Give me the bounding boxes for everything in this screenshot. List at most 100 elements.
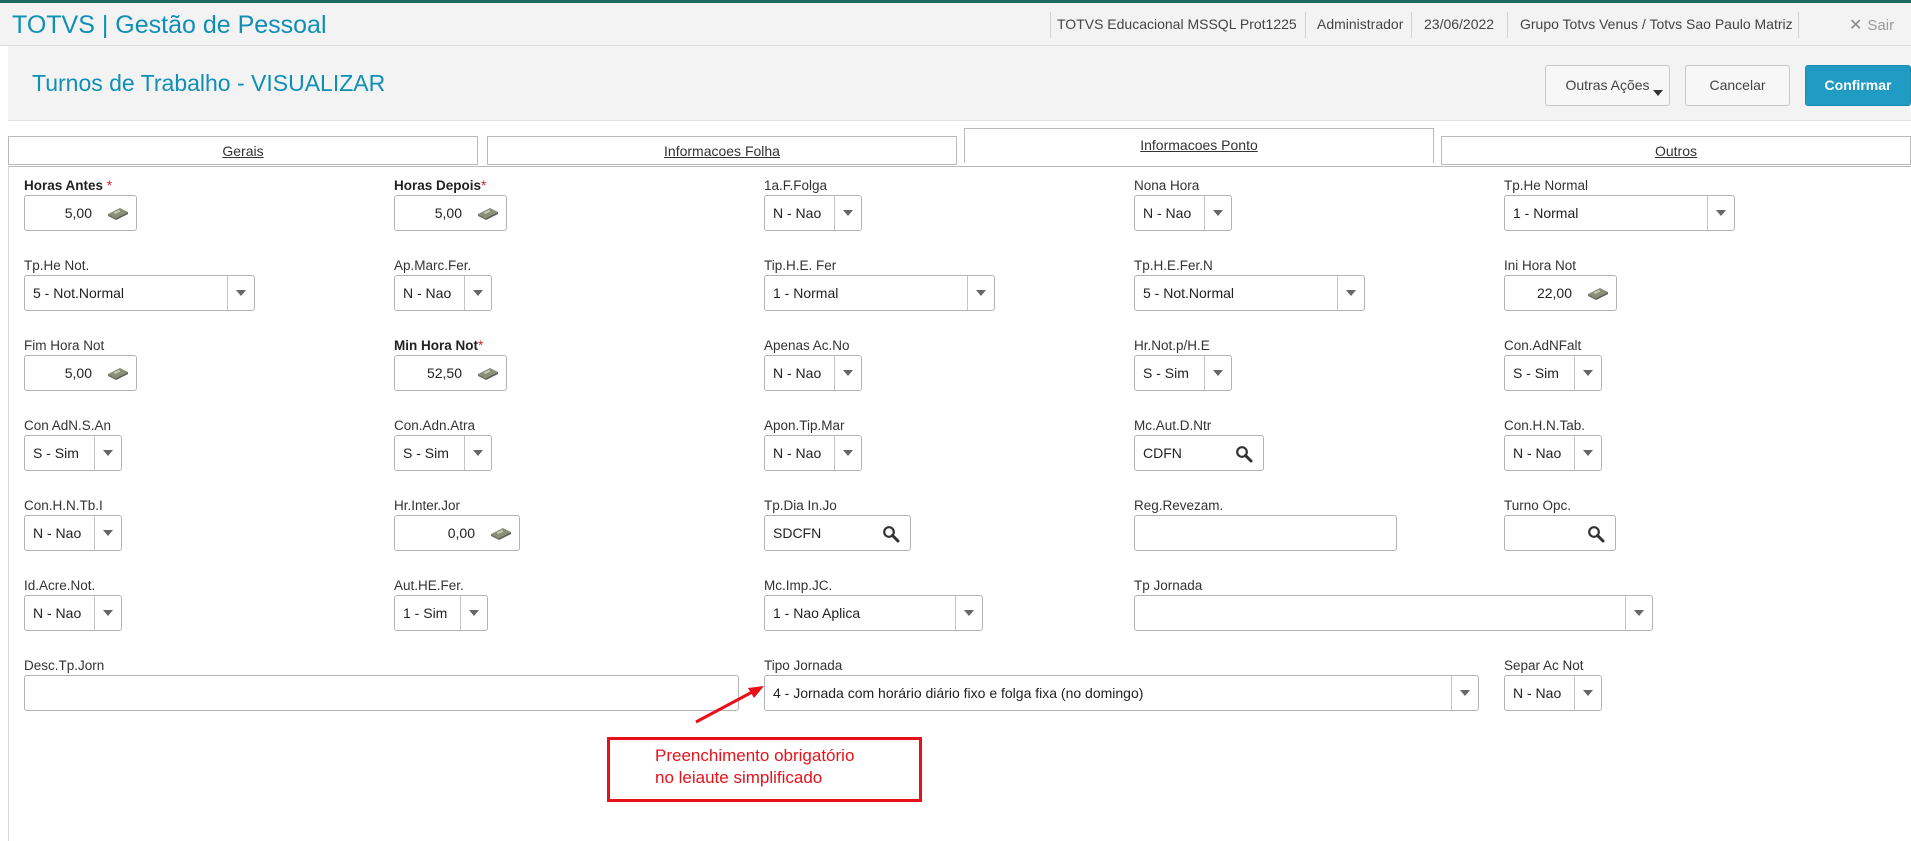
tp-he-normal-value: 1 - Normal [1513, 205, 1579, 221]
mc-imp-jc-select[interactable]: 1 - Nao Aplica [764, 595, 983, 631]
min-hora-not-label: Min Hora Not* [394, 338, 484, 353]
chevron-down-icon[interactable] [967, 276, 994, 310]
header-user[interactable]: Administrador [1317, 16, 1403, 32]
con-h-n-tb-i-select[interactable]: N - Nao [24, 515, 122, 551]
chevron-down-icon[interactable] [94, 596, 121, 630]
tp-he-not-select[interactable]: 5 - Not.Normal [24, 275, 255, 311]
turno-opc-lookup[interactable] [1504, 515, 1616, 551]
hr-not-he-value: S - Sim [1143, 365, 1189, 381]
apenas-ac-no-value: N - Nao [773, 365, 822, 381]
chevron-down-icon[interactable] [834, 196, 861, 230]
outras-acoes-button[interactable]: Outras Ações [1545, 65, 1670, 106]
con-adn-atra-value: S - Sim [403, 445, 449, 461]
separ-ac-not-value: N - Nao [1513, 685, 1562, 701]
fim-hora-not-label: Fim Hora Not [24, 338, 105, 353]
chevron-down-icon[interactable] [94, 436, 121, 470]
search-icon[interactable] [1235, 445, 1253, 463]
tp-dia-in-jo-lookup[interactable]: SDCFN [764, 515, 911, 551]
page-title: Turnos de Trabalho - VISUALIZAR [32, 70, 386, 96]
chevron-down-icon[interactable] [464, 436, 491, 470]
horas-depois-field[interactable]: 5,00 [394, 195, 507, 231]
tp-he-normal-select[interactable]: 1 - Normal [1504, 195, 1735, 231]
header-divider [1050, 12, 1051, 38]
con-adnfalt-label: Con.AdNFalt [1504, 338, 1582, 353]
mc-aut-d-ntr-lookup[interactable]: CDFN [1134, 435, 1264, 471]
calculator-icon[interactable] [106, 366, 130, 380]
con-adn-atra-select[interactable]: S - Sim [394, 435, 492, 471]
tp-jornada-label: Tp Jornada [1134, 578, 1203, 593]
reg-revezam-input[interactable] [1134, 515, 1397, 551]
desc-tp-jorn-label: Desc.Tp.Jorn [24, 658, 105, 673]
con-adnfalt-value: S - Sim [1513, 365, 1559, 381]
ap-marc-fer-label: Ap.Marc.Fer. [394, 258, 472, 273]
confirm-button[interactable]: Confirmar [1805, 65, 1911, 106]
horas-antes-field[interactable]: 5,00 [24, 195, 137, 231]
search-icon[interactable] [882, 525, 900, 543]
chevron-down-icon[interactable] [94, 516, 121, 550]
tip-he-fer-select[interactable]: 1 - Normal [764, 275, 995, 311]
con-h-n-tab-value: N - Nao [1513, 445, 1562, 461]
search-icon[interactable] [1587, 525, 1605, 543]
chevron-down-icon[interactable] [1707, 196, 1734, 230]
chevron-down-icon[interactable] [1625, 596, 1652, 630]
ini-hora-not-field[interactable]: 22,00 [1504, 275, 1617, 311]
apenas-ac-no-select[interactable]: N - Nao [764, 355, 862, 391]
chevron-down-icon[interactable] [834, 436, 861, 470]
tp-he-normal-label: Tp.He Normal [1504, 178, 1589, 193]
nona-hora-value: N - Nao [1143, 205, 1192, 221]
id-acre-not-value: N - Nao [33, 605, 82, 621]
tp-he-fer-n-select[interactable]: 5 - Not.Normal [1134, 275, 1365, 311]
tipo-jornada-select[interactable]: 4 - Jornada com horário diário fixo e fo… [764, 675, 1479, 711]
tab-gerais[interactable]: Gerais [8, 136, 478, 165]
con-h-n-tab-select[interactable]: N - Nao [1504, 435, 1602, 471]
hr-not-he-select[interactable]: S - Sim [1134, 355, 1232, 391]
chevron-down-icon[interactable] [460, 596, 487, 630]
calculator-icon[interactable] [489, 526, 513, 540]
min-hora-not-field[interactable]: 52,50 [394, 355, 507, 391]
chevron-down-icon[interactable] [1204, 196, 1231, 230]
con-adnfalt-select[interactable]: S - Sim [1504, 355, 1602, 391]
chevron-down-icon[interactable] [1574, 356, 1601, 390]
calculator-icon[interactable] [476, 206, 500, 220]
tab-outros[interactable]: Outros [1441, 136, 1911, 165]
header-date[interactable]: 23/06/2022 [1424, 16, 1494, 32]
tp-jornada-select[interactable] [1134, 595, 1653, 631]
nona-hora-select[interactable]: N - Nao [1134, 195, 1232, 231]
header-company[interactable]: Grupo Totvs Venus / Totvs Sao Paulo Matr… [1520, 16, 1793, 32]
app-title: TOTVS | Gestão de Pessoal [12, 11, 327, 39]
tab-informacoes-ponto[interactable]: Informacoes Ponto [964, 128, 1434, 163]
chevron-down-icon[interactable] [1574, 676, 1601, 710]
con-adn-s-an-select[interactable]: S - Sim [24, 435, 122, 471]
chevron-down-icon[interactable] [955, 596, 982, 630]
chevron-down-icon[interactable] [464, 276, 491, 310]
calculator-icon[interactable] [1586, 286, 1610, 300]
tab-informacoes-folha[interactable]: Informacoes Folha [487, 136, 957, 165]
chevron-down-icon[interactable] [227, 276, 254, 310]
tp-dia-in-jo-label: Tp.Dia In.Jo [764, 498, 837, 513]
calculator-icon[interactable] [106, 206, 130, 220]
header-divider [1411, 12, 1412, 38]
aut-he-fer-select[interactable]: 1 - Sim [394, 595, 488, 631]
chevron-down-icon[interactable] [1204, 356, 1231, 390]
desc-tp-jorn-input[interactable] [24, 675, 739, 711]
exit-button[interactable]: ✕ Sair [1849, 15, 1894, 35]
folga-1a-select[interactable]: N - Nao [764, 195, 862, 231]
chevron-down-icon[interactable] [1337, 276, 1364, 310]
ap-marc-fer-select[interactable]: N - Nao [394, 275, 492, 311]
con-h-n-tb-i-value: N - Nao [33, 525, 82, 541]
hr-inter-jor-field[interactable]: 0,00 [394, 515, 520, 551]
cancel-button[interactable]: Cancelar [1685, 65, 1790, 106]
aut-he-fer-value: 1 - Sim [403, 605, 448, 621]
mc-imp-jc-label: Mc.Imp.JC. [764, 578, 833, 593]
hr-inter-jor-value: 0,00 [447, 525, 475, 541]
id-acre-not-select[interactable]: N - Nao [24, 595, 122, 631]
separ-ac-not-select[interactable]: N - Nao [1504, 675, 1602, 711]
chevron-down-icon[interactable] [834, 356, 861, 390]
chevron-down-icon[interactable] [1451, 676, 1478, 710]
apon-tip-mar-select[interactable]: N - Nao [764, 435, 862, 471]
chevron-down-icon[interactable] [1574, 436, 1601, 470]
tab-label: Gerais [222, 143, 264, 159]
fim-hora-not-field[interactable]: 5,00 [24, 355, 137, 391]
apenas-ac-no-label: Apenas Ac.No [764, 338, 850, 353]
calculator-icon[interactable] [476, 366, 500, 380]
